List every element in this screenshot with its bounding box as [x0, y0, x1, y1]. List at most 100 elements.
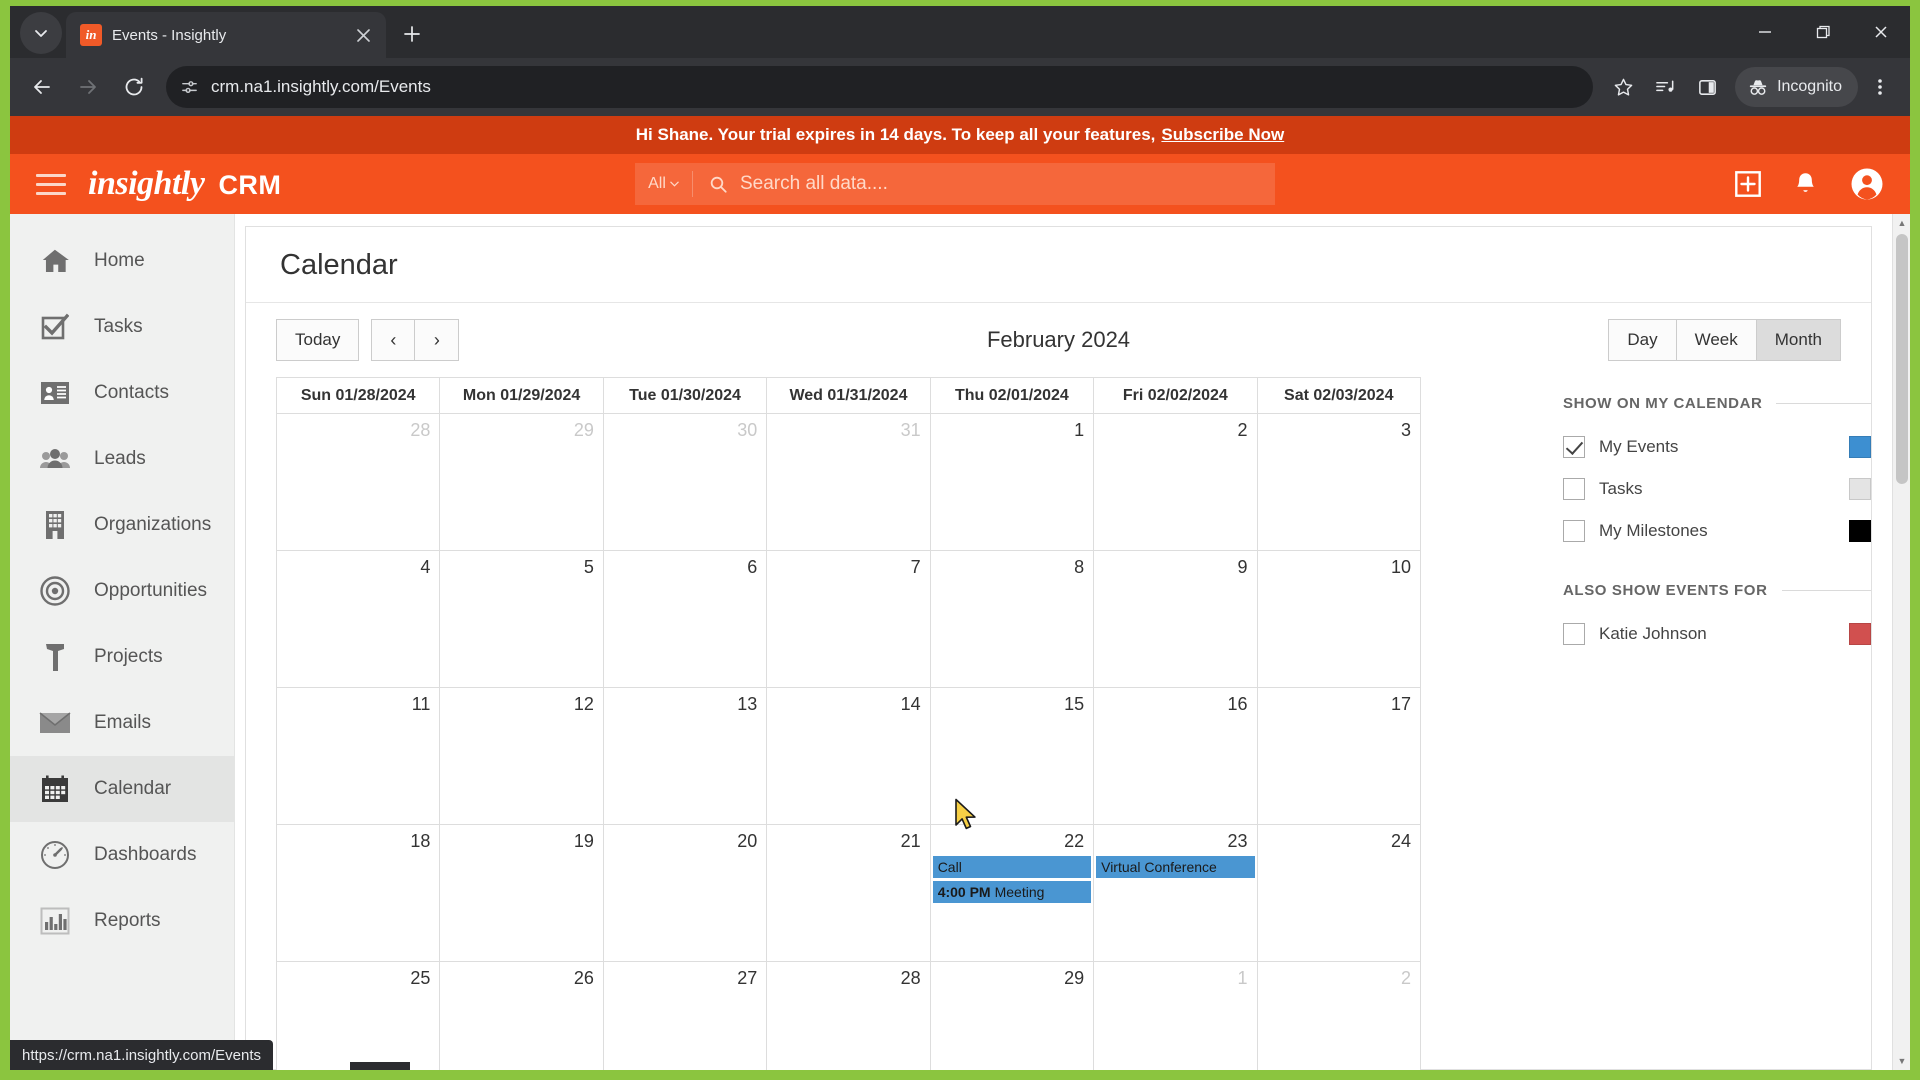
- calendar-day-cell[interactable]: 22 Call 4:00 PM Meeting: [929, 824, 1095, 962]
- incognito-indicator[interactable]: Incognito: [1735, 67, 1858, 107]
- sidebar-item-leads[interactable]: Leads: [10, 426, 234, 492]
- today-button[interactable]: Today: [276, 319, 360, 361]
- day-number: 9: [1237, 557, 1248, 577]
- calendar-event[interactable]: Call: [932, 856, 1092, 878]
- sidebar-item-dashboards[interactable]: Dashboards: [10, 822, 234, 888]
- calendar-day-cell[interactable]: 19: [439, 824, 604, 962]
- search-scope-dropdown[interactable]: All: [635, 171, 693, 197]
- color-swatch[interactable]: [1849, 520, 1871, 542]
- calendar-day-cell[interactable]: 2: [1256, 961, 1422, 1070]
- calendar-day-cell[interactable]: 27: [602, 961, 768, 1070]
- tab-close-icon[interactable]: [350, 22, 376, 48]
- browser-tab[interactable]: in Events - Insightly: [66, 12, 386, 58]
- calendar-day-cell[interactable]: 1: [929, 413, 1095, 551]
- calendar-day-cell[interactable]: 3: [1256, 413, 1422, 551]
- sidebar-item-calendar[interactable]: Calendar: [10, 756, 234, 822]
- calendar-event[interactable]: Virtual Conference: [1096, 856, 1255, 878]
- calendar-filter-row[interactable]: Tasks: [1563, 468, 1871, 510]
- calendar-day-cell[interactable]: 13: [602, 687, 768, 825]
- user-filter-row[interactable]: Katie Johnson: [1563, 613, 1871, 655]
- calendar-day-cell[interactable]: 11: [275, 687, 441, 825]
- scroll-up-arrow-icon[interactable]: ▲: [1893, 214, 1910, 232]
- close-window-icon[interactable]: [1852, 6, 1910, 58]
- calendar-day-cell[interactable]: 23 Virtual Conference: [1093, 824, 1258, 962]
- sidebar-item-organizations[interactable]: Organizations: [10, 492, 234, 558]
- address-bar[interactable]: crm.na1.insightly.com/Events: [166, 66, 1594, 108]
- header-actions: [1735, 167, 1884, 201]
- color-swatch[interactable]: [1849, 623, 1871, 645]
- calendar-day-cell[interactable]: 4: [275, 550, 441, 688]
- three-dot-menu-icon[interactable]: [1860, 67, 1900, 107]
- checkbox[interactable]: [1563, 623, 1585, 645]
- calendar-day-cell[interactable]: 26: [439, 961, 604, 1070]
- calendar-day-cell[interactable]: 25: [275, 961, 441, 1070]
- checkbox[interactable]: [1563, 520, 1585, 542]
- subscribe-now-link[interactable]: Subscribe Now: [1161, 125, 1284, 145]
- prev-month-button[interactable]: ‹: [371, 319, 416, 361]
- calendar-day-cell[interactable]: 20: [602, 824, 768, 962]
- calendar-day-cell[interactable]: 29: [929, 961, 1095, 1070]
- page-scrollbar[interactable]: ▲ ▼: [1892, 214, 1910, 1070]
- view-month-button[interactable]: Month: [1756, 319, 1841, 361]
- maximize-icon[interactable]: [1794, 6, 1852, 58]
- calendar-week-row: 28 29 30 31 1 2 3: [275, 413, 1422, 551]
- calendar-day-cell[interactable]: 18: [275, 824, 441, 962]
- calendar-day-cell[interactable]: 10: [1256, 550, 1422, 688]
- day-number: 12: [573, 694, 594, 714]
- calendar-day-cell[interactable]: 7: [766, 550, 931, 688]
- media-list-icon[interactable]: [1645, 67, 1685, 107]
- sidebar-item-reports[interactable]: Reports: [10, 888, 234, 954]
- scrollbar-thumb[interactable]: [1896, 234, 1908, 484]
- calendar-day-cell[interactable]: 21: [766, 824, 931, 962]
- sidebar-item-opportunities[interactable]: Opportunities: [10, 558, 234, 624]
- calendar-day-cell[interactable]: 1: [1093, 961, 1258, 1070]
- view-week-button[interactable]: Week: [1676, 319, 1757, 361]
- scroll-down-arrow-icon[interactable]: ▼: [1893, 1052, 1910, 1070]
- checkbox[interactable]: [1563, 436, 1585, 458]
- calendar-day-cell[interactable]: 12: [439, 687, 604, 825]
- calendar-filter-row[interactable]: My Milestones: [1563, 510, 1871, 552]
- global-search-bar[interactable]: All Search all data....: [635, 163, 1275, 205]
- calendar-day-cell[interactable]: 31: [766, 413, 931, 551]
- search-input[interactable]: Search all data....: [740, 173, 888, 195]
- calendar-day-cell[interactable]: 8: [929, 550, 1095, 688]
- calendar-day-cell[interactable]: 2: [1093, 413, 1258, 551]
- color-swatch[interactable]: [1849, 436, 1871, 458]
- sidebar-item-home[interactable]: Home: [10, 228, 234, 294]
- side-panel-icon[interactable]: [1687, 67, 1727, 107]
- calendar-day-cell[interactable]: 14: [766, 687, 931, 825]
- calendar-day-cell[interactable]: 29: [439, 413, 604, 551]
- hamburger-menu-icon[interactable]: [36, 173, 66, 195]
- calendar-day-cell[interactable]: 17: [1256, 687, 1422, 825]
- site-settings-icon[interactable]: [180, 78, 199, 97]
- calendar-card: Calendar Today ‹ › February 2024 Day Wee…: [245, 226, 1872, 1070]
- minimize-icon[interactable]: [1736, 6, 1794, 58]
- calendar-day-cell[interactable]: 16: [1093, 687, 1258, 825]
- add-plus-icon[interactable]: [1735, 171, 1761, 197]
- user-avatar-icon[interactable]: [1850, 167, 1884, 201]
- checkbox[interactable]: [1563, 478, 1585, 500]
- notifications-bell-icon[interactable]: [1793, 171, 1818, 198]
- view-day-button[interactable]: Day: [1608, 319, 1677, 361]
- tab-search-chevron-icon[interactable]: [20, 12, 62, 54]
- calendar-day-cell[interactable]: 28: [766, 961, 931, 1070]
- sidebar-item-projects[interactable]: Projects: [10, 624, 234, 690]
- star-icon[interactable]: [1603, 67, 1643, 107]
- calendar-day-cell[interactable]: 9: [1093, 550, 1258, 688]
- calendar-day-cell[interactable]: 15: [929, 687, 1095, 825]
- calendar-event[interactable]: 4:00 PM Meeting: [932, 881, 1092, 903]
- calendar-day-cell[interactable]: 30: [602, 413, 768, 551]
- calendar-filter-row[interactable]: My Events: [1563, 426, 1871, 468]
- reload-icon[interactable]: [112, 65, 156, 109]
- calendar-day-cell[interactable]: 6: [602, 550, 768, 688]
- calendar-day-cell[interactable]: 5: [439, 550, 604, 688]
- sidebar-item-emails[interactable]: Emails: [10, 690, 234, 756]
- sidebar-item-contacts[interactable]: Contacts: [10, 360, 234, 426]
- color-swatch[interactable]: [1849, 478, 1871, 500]
- calendar-day-cell[interactable]: 24: [1256, 824, 1422, 962]
- next-month-button[interactable]: ›: [415, 319, 460, 361]
- new-tab-button[interactable]: [394, 16, 430, 52]
- sidebar-item-tasks[interactable]: Tasks: [10, 294, 234, 360]
- back-arrow-icon[interactable]: [20, 65, 64, 109]
- calendar-day-cell[interactable]: 28: [275, 413, 441, 551]
